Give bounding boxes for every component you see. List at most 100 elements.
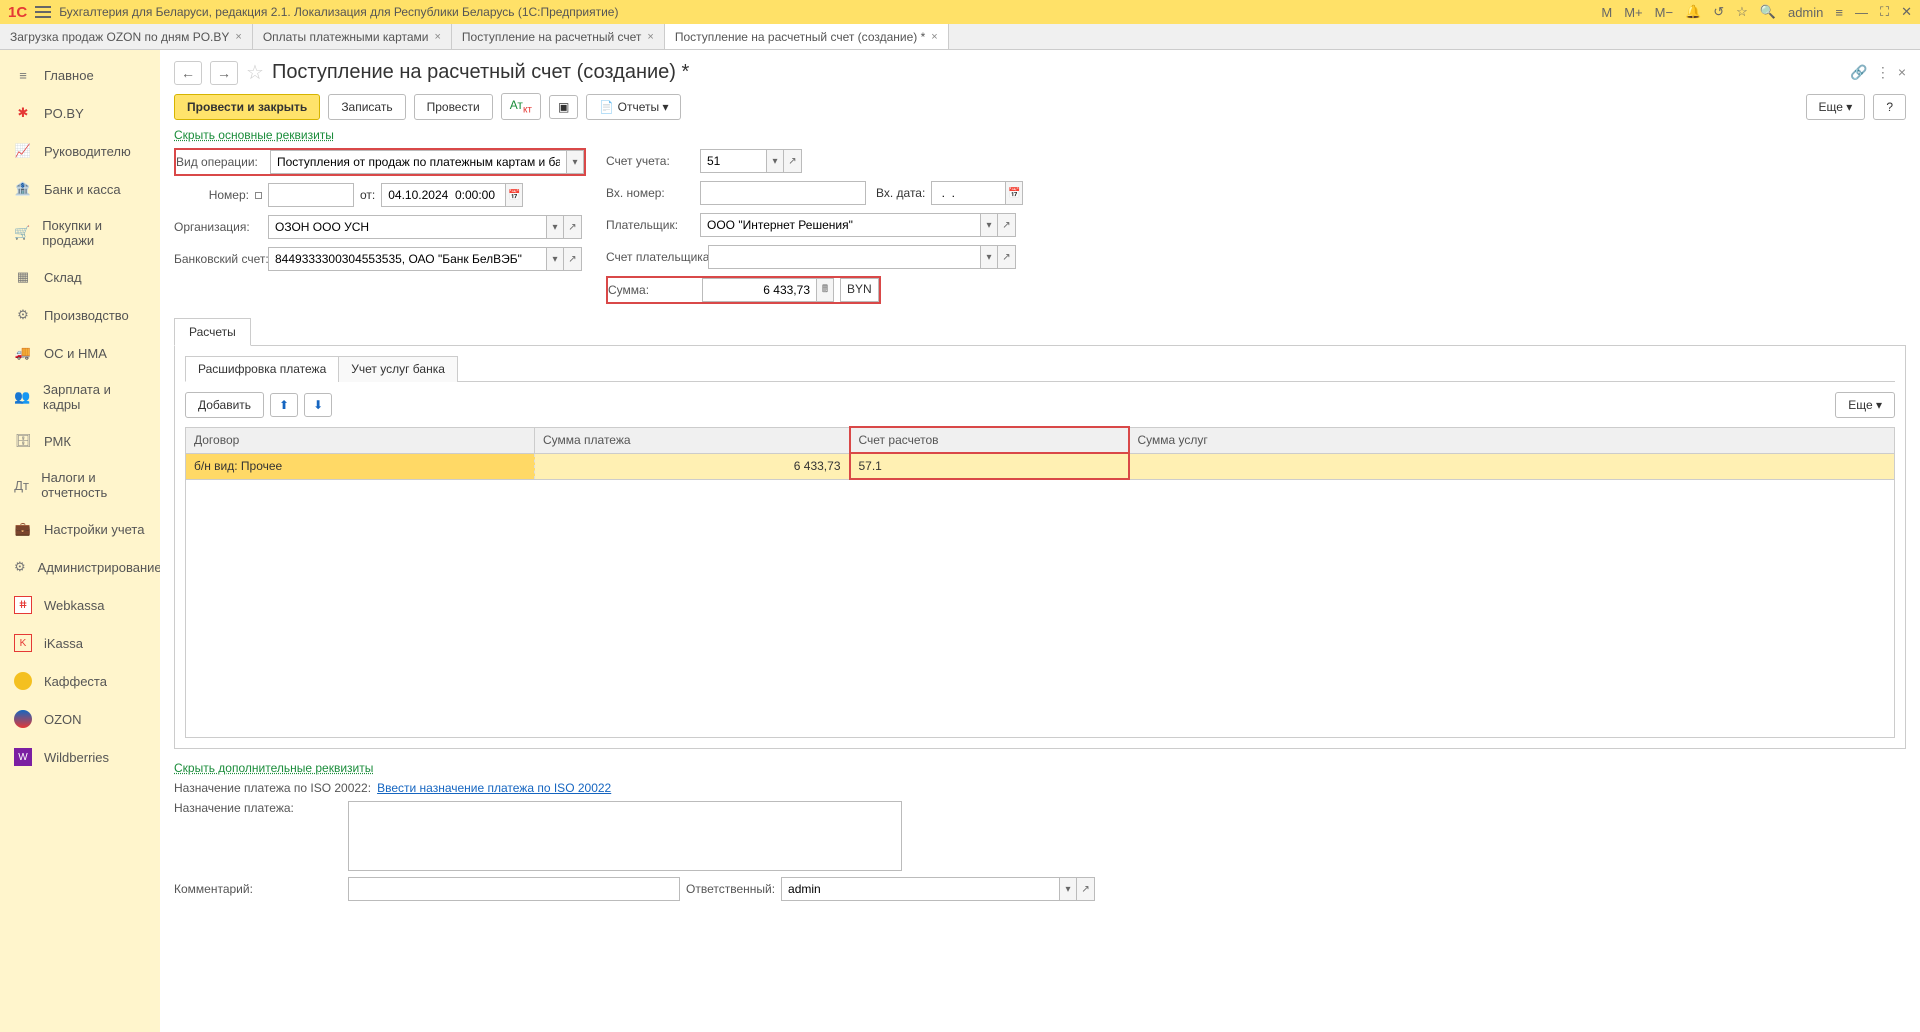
open-button[interactable]: ↗	[564, 247, 582, 271]
related-button[interactable]: ▣	[549, 95, 578, 119]
search-icon[interactable]: 🔍	[1760, 4, 1776, 20]
sidebar-item-salary[interactable]: 👥Зарплата и кадры	[0, 372, 160, 422]
user-label[interactable]: admin	[1788, 5, 1823, 20]
dropdown-button[interactable]: ▾	[980, 213, 998, 237]
open-button[interactable]: ↗	[1077, 877, 1095, 901]
sidebar-item-admin[interactable]: ⚙Администрирование	[0, 548, 160, 586]
sidebar-item-poby[interactable]: ✱PO.BY	[0, 94, 160, 132]
tab-calculations[interactable]: Расчеты	[174, 318, 251, 346]
open-button[interactable]: ↗	[564, 215, 582, 239]
add-button[interactable]: Добавить	[185, 392, 264, 418]
tab-receipt-create[interactable]: Поступление на расчетный счет (создание)…	[665, 24, 949, 49]
sidebar-item-rmk[interactable]: 🗄РМК	[0, 422, 160, 460]
sidebar-item-taxes[interactable]: ДтНалоги и отчетность	[0, 460, 160, 510]
sidebar-item-webkassa[interactable]: ⵌWebkassa	[0, 586, 160, 624]
favorite-star-icon[interactable]: ☆	[246, 60, 264, 85]
tab-breakdown[interactable]: Расшифровка платежа	[185, 356, 339, 382]
ext-date-input[interactable]	[931, 181, 1005, 205]
save-button[interactable]: Записать	[328, 94, 405, 120]
enter-purpose-link[interactable]: Ввести назначение платежа по ISO 20022	[377, 781, 611, 795]
calendar-icon[interactable]: 📅	[1005, 181, 1023, 205]
settings-icon[interactable]: ≡	[1835, 5, 1843, 20]
hide-additional-link[interactable]: Скрыть дополнительные реквизиты	[174, 761, 373, 775]
cell-contract[interactable]: б/н вид: Прочее	[186, 453, 535, 479]
sidebar-item-production[interactable]: ⚙Производство	[0, 296, 160, 334]
th-contract[interactable]: Договор	[186, 427, 535, 453]
operation-type-input[interactable]	[270, 150, 566, 174]
move-up-button[interactable]: ⬆	[270, 393, 298, 417]
back-button[interactable]: ←	[174, 61, 202, 85]
dt-kt-button[interactable]: Аткт	[501, 93, 541, 120]
sidebar-item-kaffesta[interactable]: Каффеста	[0, 662, 160, 700]
ext-number-input[interactable]	[700, 181, 866, 205]
cell-payment-sum[interactable]: 6 433,73	[535, 453, 850, 479]
payer-input[interactable]	[700, 213, 980, 237]
close-page-icon[interactable]: ×	[1898, 64, 1906, 81]
more-table-button[interactable]: Еще ▾	[1835, 392, 1895, 418]
sidebar-item-ozon[interactable]: OZON	[0, 700, 160, 738]
memory-mplus-button[interactable]: M+	[1624, 5, 1642, 20]
calendar-icon[interactable]: 📅	[505, 183, 523, 207]
bell-icon[interactable]: 🔔	[1685, 4, 1701, 20]
tab-receipt[interactable]: Поступление на расчетный счет×	[452, 24, 665, 49]
close-icon[interactable]: ×	[235, 31, 241, 43]
open-button[interactable]: ↗	[998, 245, 1016, 269]
sidebar-item-wildberries[interactable]: WWildberries	[0, 738, 160, 776]
sidebar-item-ikassa[interactable]: KiKassa	[0, 624, 160, 662]
memory-mminus-button[interactable]: M−	[1655, 5, 1673, 20]
more-icon[interactable]: ⋮	[1876, 64, 1890, 81]
post-button[interactable]: Провести	[414, 94, 493, 120]
more-button[interactable]: Еще ▾	[1806, 94, 1866, 120]
cell-service-sum[interactable]	[1129, 453, 1895, 479]
tab-card-payments[interactable]: Оплаты платежными картами×	[253, 24, 452, 49]
sidebar-item-bank[interactable]: 🏦Банк и касса	[0, 170, 160, 208]
move-down-button[interactable]: ⬇	[304, 393, 332, 417]
th-calc-account[interactable]: Счет расчетов	[850, 427, 1129, 453]
close-icon[interactable]: ×	[434, 31, 440, 43]
purpose-textarea[interactable]	[348, 801, 902, 871]
hide-main-link[interactable]: Скрыть основные реквизиты	[174, 128, 334, 142]
tab-bank-services[interactable]: Учет услуг банка	[338, 356, 458, 382]
payer-account-input[interactable]	[708, 245, 980, 269]
responsible-input[interactable]	[781, 877, 1059, 901]
open-button[interactable]: ↗	[784, 149, 802, 173]
cell-calc-account[interactable]: 57.1	[850, 453, 1129, 479]
sidebar-item-trade[interactable]: 🛒Покупки и продажи	[0, 208, 160, 258]
close-icon[interactable]: ×	[931, 31, 937, 43]
memory-m-button[interactable]: M	[1601, 5, 1612, 20]
tab-ozon-upload[interactable]: Загрузка продаж OZON по дням PO.BY×	[0, 24, 253, 49]
dropdown-button[interactable]: ▾	[1059, 877, 1077, 901]
link-icon[interactable]: 🔗	[1850, 64, 1867, 81]
close-window-icon[interactable]: ✕	[1901, 4, 1912, 20]
account-input[interactable]	[700, 149, 766, 173]
post-and-close-button[interactable]: Провести и закрыть	[174, 94, 320, 120]
star-icon[interactable]: ☆	[1736, 4, 1748, 20]
bank-account-input[interactable]	[268, 247, 546, 271]
forward-button[interactable]: →	[210, 61, 238, 85]
dropdown-button[interactable]: ▾	[546, 247, 564, 271]
dropdown-button[interactable]: ▾	[980, 245, 998, 269]
sidebar-item-assets[interactable]: 🚚ОС и НМА	[0, 334, 160, 372]
sum-input[interactable]	[702, 278, 816, 302]
table-row[interactable]: б/н вид: Прочее 6 433,73 57.1	[186, 453, 1895, 479]
th-service-sum[interactable]: Сумма услуг	[1129, 427, 1895, 453]
minimize-icon[interactable]: —	[1855, 5, 1868, 20]
sidebar-item-settings[interactable]: 💼Настройки учета	[0, 510, 160, 548]
dropdown-button[interactable]: ▾	[566, 150, 584, 174]
comment-input[interactable]	[348, 877, 680, 901]
sidebar-item-main[interactable]: ≡Главное	[0, 56, 160, 94]
history-icon[interactable]: ↺	[1713, 4, 1724, 20]
reports-button[interactable]: 📄 Отчеты ▾	[586, 94, 681, 120]
maximize-icon[interactable]: ⛶	[1880, 4, 1889, 20]
date-input[interactable]	[381, 183, 505, 207]
dropdown-button[interactable]: ▾	[766, 149, 784, 173]
help-button[interactable]: ?	[1873, 94, 1906, 120]
th-payment-sum[interactable]: Сумма платежа	[535, 427, 850, 453]
close-icon[interactable]: ×	[647, 31, 653, 43]
calculator-icon[interactable]: 🖩	[816, 278, 834, 302]
organization-input[interactable]	[268, 215, 546, 239]
number-input[interactable]	[268, 183, 354, 207]
open-button[interactable]: ↗	[998, 213, 1016, 237]
sidebar-item-warehouse[interactable]: ▦Склад	[0, 258, 160, 296]
sidebar-item-manager[interactable]: 📈Руководителю	[0, 132, 160, 170]
